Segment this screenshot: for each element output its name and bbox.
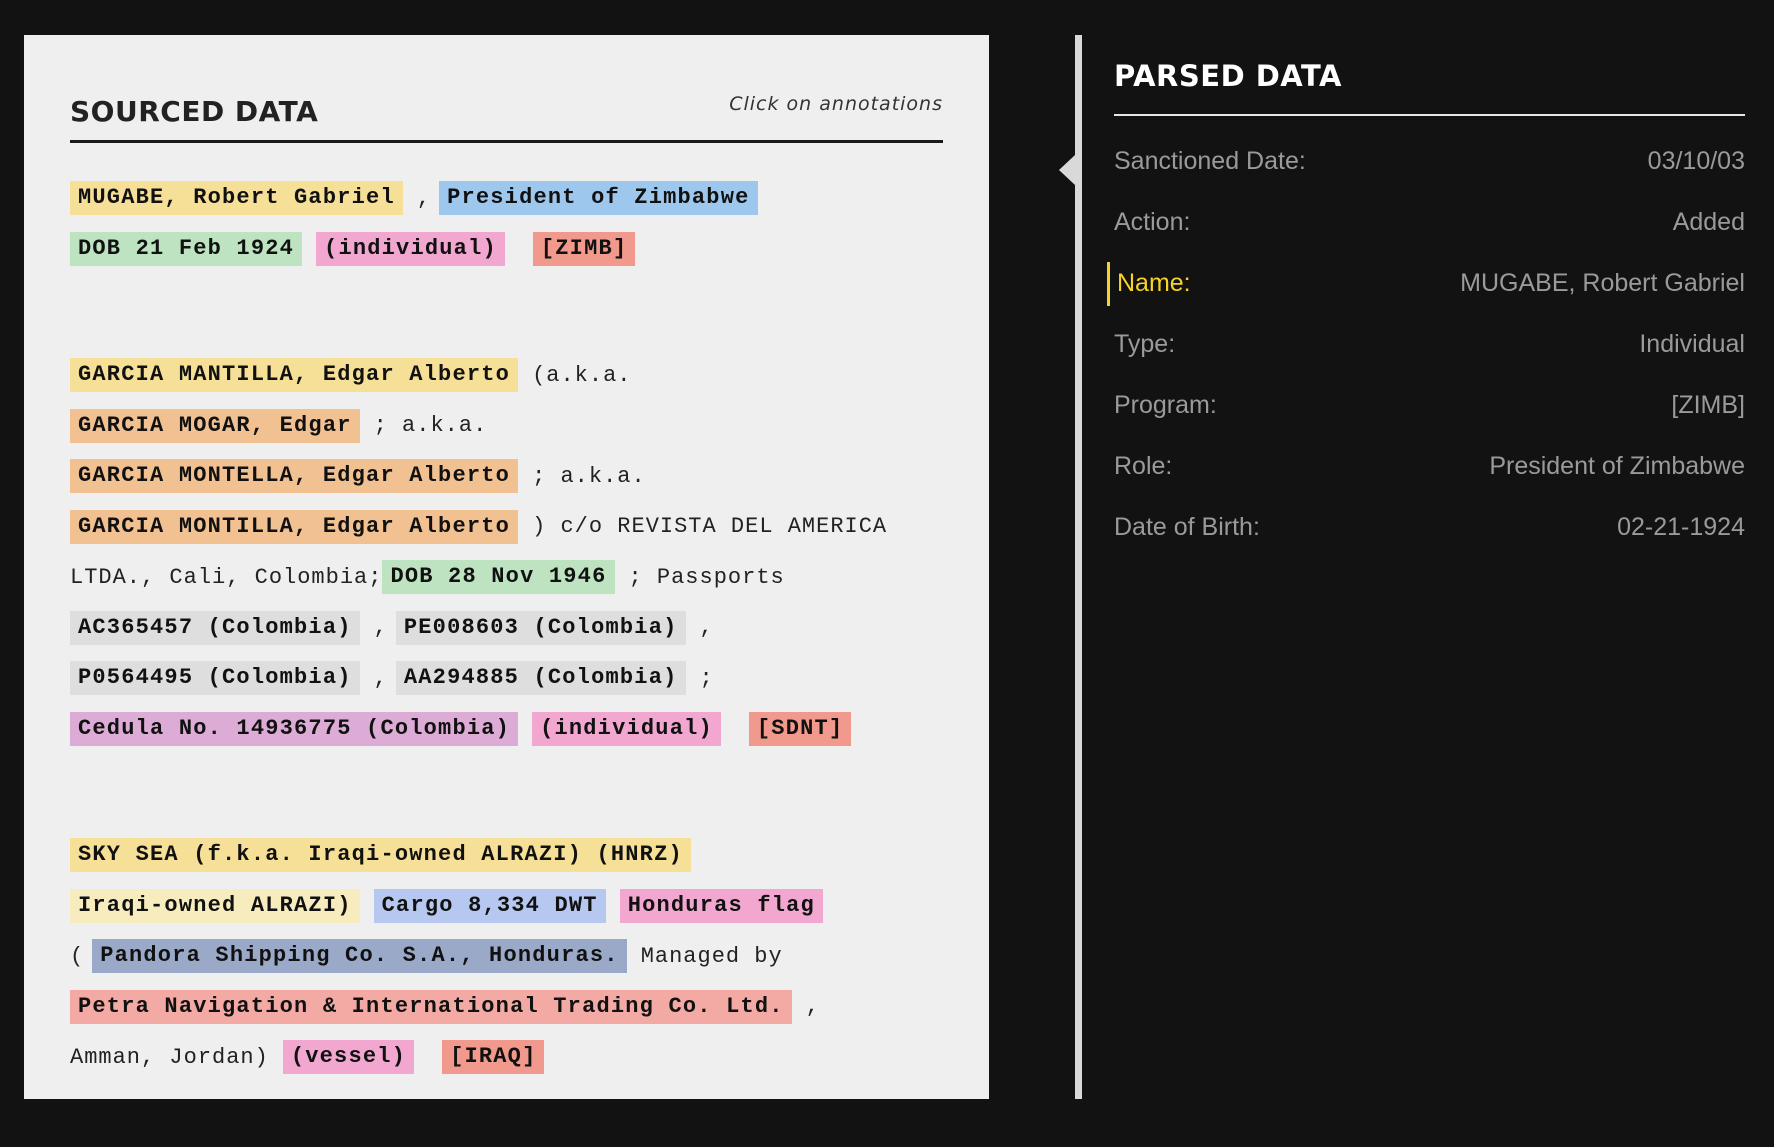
annotation-program[interactable]: [SDNT] [748, 711, 852, 746]
parsed-field-label: Name: [1117, 269, 1191, 297]
sourced-entry: MUGABE, Robert Gabriel, President of Zimb… [70, 173, 943, 274]
annotation-alias[interactable]: Iraqi-owned ALRAZI) [70, 888, 360, 923]
annotation-cargo[interactable]: Cargo 8,334 DWT [373, 888, 606, 923]
parsed-field-value: 02-21-1924 [1617, 513, 1745, 541]
parsed-field-value: President of Zimbabwe [1489, 452, 1745, 480]
parsed-data-title: PARSED DATA [1114, 59, 1342, 93]
parsed-field-row[interactable]: Program: [ZIMB] [1114, 375, 1745, 436]
source-text: , [416, 185, 432, 211]
annotation-name[interactable]: SKY SEA (f.k.a. Iraqi-owned ALRAZI) (HNR… [70, 838, 691, 873]
annotation-alias[interactable]: GARCIA MONTELLA, Edgar Alberto [70, 459, 519, 494]
panel-divider [1075, 35, 1082, 1099]
sourced-line: Petra Navigation & International Trading… [70, 982, 943, 1033]
sourced-line: SKY SEA (f.k.a. Iraqi-owned ALRAZI) (HNR… [70, 830, 943, 881]
sourced-entries: MUGABE, Robert Gabriel, President of Zimb… [70, 173, 943, 1083]
source-text: , [805, 994, 820, 1020]
source-text: Amman, Jordan) [70, 1044, 269, 1070]
sourced-line: LTDA., Cali, Colombia; DOB 28 Nov 1946 ; P… [70, 552, 943, 603]
parsed-field-label: Program: [1114, 391, 1217, 419]
parsed-field-row[interactable]: Role: President of Zimbabwe [1114, 436, 1745, 497]
source-text: Managed by [640, 943, 783, 969]
sourced-line: ( Pandora Shipping Co. S.A., Honduras. Man… [70, 931, 943, 982]
source-text: , [699, 615, 714, 641]
annotation-alias[interactable]: GARCIA MOGAR, Edgar [70, 408, 360, 443]
sourced-line: Amman, Jordan) (vessel) [IRAQ] [70, 1032, 943, 1083]
sourced-entry: GARCIA MANTILLA, Edgar Alberto (a.k.a. GAR… [70, 350, 943, 754]
parsed-field-label: Action: [1114, 208, 1191, 236]
annotation-program[interactable]: [IRAQ] [442, 1040, 545, 1075]
sourced-data-title: SOURCED DATA [70, 95, 319, 128]
sourced-entry: SKY SEA (f.k.a. Iraqi-owned ALRAZI) (HNR… [70, 830, 943, 1083]
annotation-dob[interactable]: DOB 21 Feb 1924 [70, 231, 303, 266]
selection-pointer-icon [1059, 155, 1075, 185]
sourced-line: MUGABE, Robert Gabriel, President of Zimb… [70, 173, 943, 224]
sourced-line: GARCIA MOGAR, Edgar ; a.k.a. [70, 401, 943, 452]
parsed-field-value: MUGABE, Robert Gabriel [1460, 269, 1745, 297]
annotation-name[interactable]: GARCIA MANTILLA, Edgar Alberto [70, 358, 519, 393]
source-text: LTDA., Cali, Colombia; [70, 564, 383, 590]
annotation-passport[interactable]: AC365457 (Colombia) [70, 610, 360, 645]
sourced-line: Cedula No. 14936775 (Colombia) (individua… [70, 704, 943, 755]
parsed-field-row[interactable]: Type: Individual [1114, 314, 1745, 375]
annotation-name[interactable]: MUGABE, Robert Gabriel [70, 181, 403, 216]
source-text: , [373, 615, 388, 641]
annotation-type[interactable]: (vessel) [282, 1040, 415, 1075]
source-text: ; [699, 665, 714, 691]
annotation-program[interactable]: [ZIMB] [532, 231, 636, 266]
sourced-line: DOB 21 Feb 1924 (individual) [ZIMB] [70, 224, 943, 275]
parsed-field-value: 03/10/03 [1647, 147, 1745, 175]
annotation-manager[interactable]: Petra Navigation & International Trading… [70, 989, 792, 1024]
parsed-field-row[interactable]: Action: Added [1114, 192, 1745, 253]
annotation-passport[interactable]: P0564495 (Colombia) [70, 661, 360, 696]
sourced-data-header: SOURCED DATA Click on annotations [70, 63, 943, 143]
annotation-dob[interactable]: DOB 28 Nov 1946 [382, 560, 615, 595]
annotation-type[interactable]: (individual) [532, 711, 721, 746]
sourced-line: P0564495 (Colombia), AA294885 (Colombia); [70, 653, 943, 704]
source-text: ; Passports [628, 564, 785, 590]
sourced-data-panel: SOURCED DATA Click on annotations MUGABE… [24, 35, 989, 1099]
source-text: ) c/o REVISTA DEL AMERICA [532, 514, 888, 540]
parsed-data-header: PARSED DATA [1114, 35, 1745, 116]
source-text: ( [70, 943, 85, 969]
annotation-flag[interactable]: Honduras flag [619, 888, 823, 923]
parsed-field-row[interactable]: Date of Birth: 02-21-1924 [1114, 497, 1745, 558]
annotation-type[interactable]: (individual) [316, 231, 505, 266]
sourced-line: AC365457 (Colombia), PE008603 (Colombia), [70, 603, 943, 654]
source-text: ; a.k.a. [532, 463, 646, 489]
source-text: , [373, 665, 388, 691]
source-text: (a.k.a. [532, 362, 632, 388]
source-text: ; a.k.a. [373, 413, 488, 439]
sourced-line: GARCIA MONTELLA, Edgar Alberto ; a.k.a. [70, 451, 943, 502]
annotation-owner[interactable]: Pandora Shipping Co. S.A., Honduras. [92, 939, 627, 974]
parsed-field-row[interactable]: Name: MUGABE, Robert Gabriel [1107, 253, 1745, 314]
annotation-passport[interactable]: AA294885 (Colombia) [395, 661, 686, 696]
sourced-line: GARCIA MONTILLA, Edgar Alberto ) c/o REVI… [70, 502, 943, 553]
sourced-line: GARCIA MANTILLA, Edgar Alberto (a.k.a. [70, 350, 943, 401]
parsed-data-panel: PARSED DATA Sanctioned Date: 03/10/03 Acti… [1107, 35, 1745, 558]
annotation-id[interactable]: Cedula No. 14936775 (Colombia) [70, 711, 519, 746]
parsed-field-label: Type: [1114, 330, 1176, 358]
parsed-field-label: Date of Birth: [1114, 513, 1260, 541]
annotations-hint: Click on annotations [729, 93, 943, 115]
annotation-passport[interactable]: PE008603 (Colombia) [395, 610, 686, 645]
parsed-field-value: Individual [1639, 330, 1745, 358]
parsed-field-label: Sanctioned Date: [1114, 147, 1306, 175]
annotation-role[interactable]: President of Zimbabwe [439, 181, 758, 216]
parsed-field-value: Added [1672, 208, 1745, 236]
parsed-field-value: [ZIMB] [1671, 391, 1745, 419]
parsed-field-label: Role: [1114, 452, 1173, 480]
parsed-field-row[interactable]: Sanctioned Date: 03/10/03 [1114, 131, 1745, 192]
sourced-line: Iraqi-owned ALRAZI) Cargo 8,334 DWT Hondur… [70, 881, 943, 932]
annotation-alias[interactable]: GARCIA MONTILLA, Edgar Alberto [70, 509, 519, 544]
parsed-fields: Sanctioned Date: 03/10/03 Action: Added Name… [1107, 116, 1745, 558]
